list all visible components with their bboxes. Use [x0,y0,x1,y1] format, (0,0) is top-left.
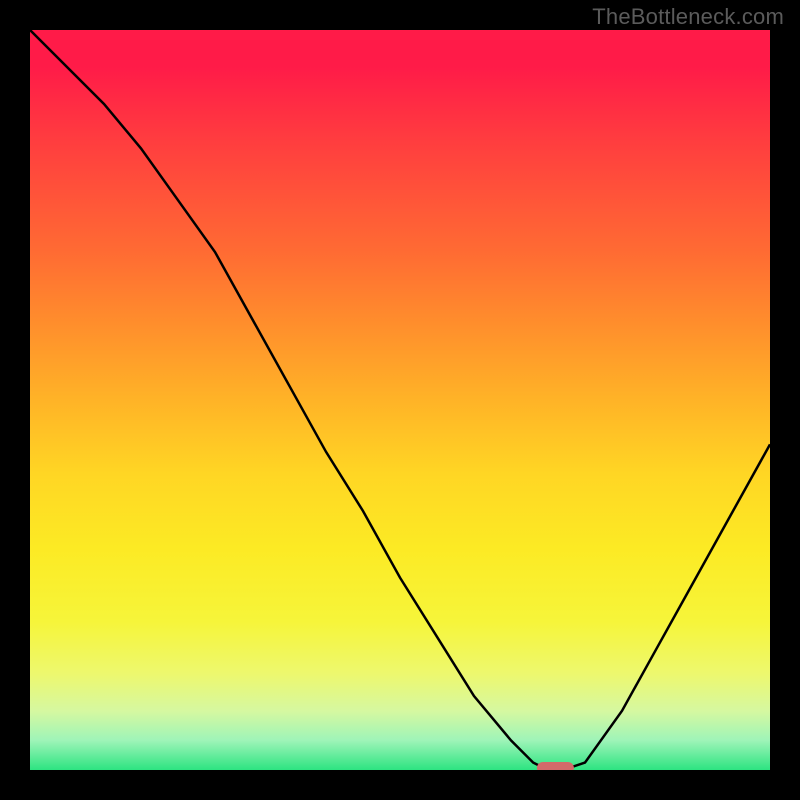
optimal-marker [537,762,574,770]
curve-overlay [30,30,770,770]
watermark-text: TheBottleneck.com [592,4,784,30]
bottleneck-curve [30,30,770,770]
plot-area [30,30,770,770]
chart-frame: TheBottleneck.com [0,0,800,800]
